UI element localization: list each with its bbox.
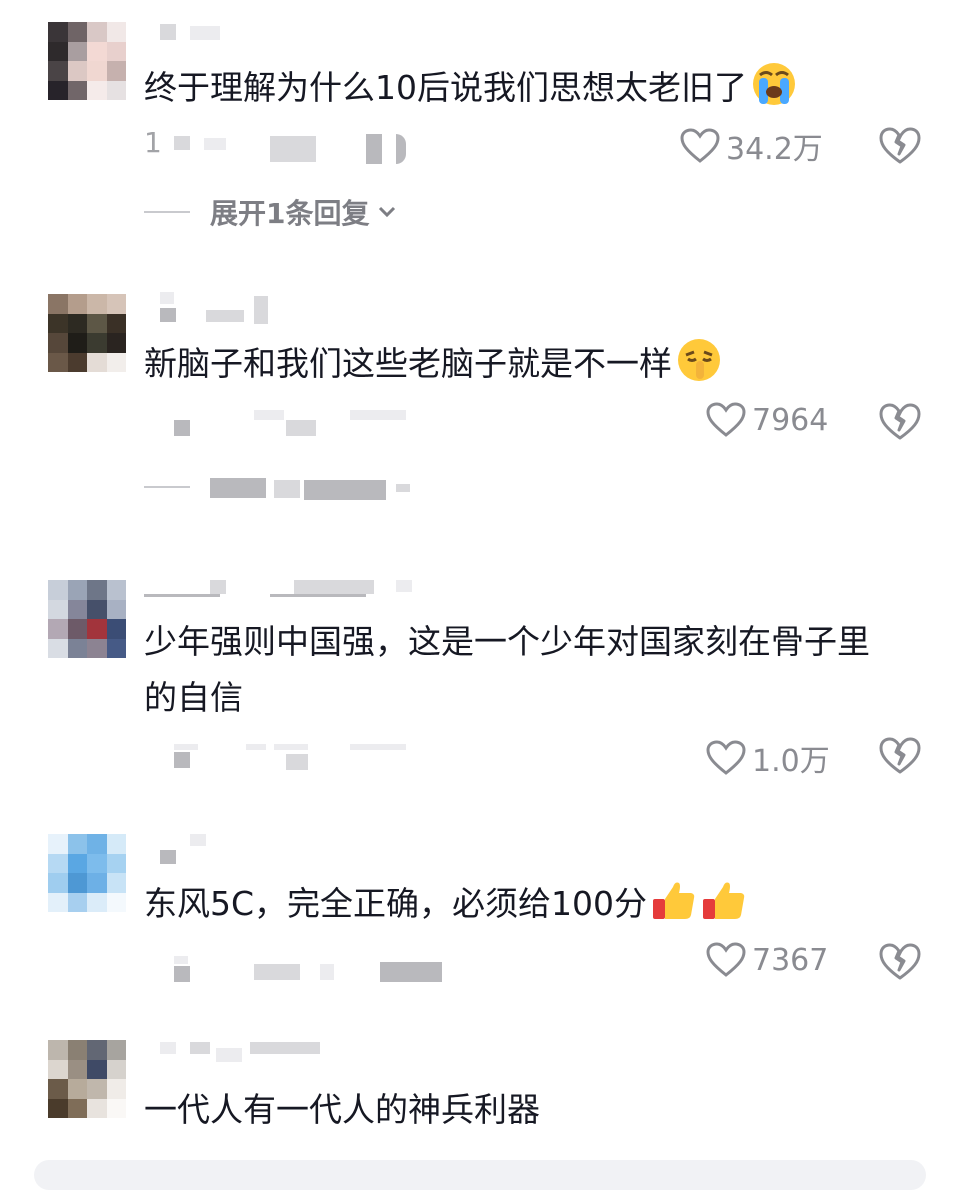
- comment-input-bar[interactable]: [34, 1160, 926, 1190]
- username[interactable]: [144, 578, 424, 604]
- heart-outline-icon: [680, 128, 720, 163]
- username[interactable]: [160, 18, 240, 44]
- comment-text-line-1: 少年强则中国强，这是一个少年对国家刻在骨子里: [144, 622, 870, 661]
- username[interactable]: [160, 1040, 340, 1066]
- like-button[interactable]: 7964: [706, 402, 828, 438]
- comment-text-body: 一代人有一代人的神兵利器: [144, 1090, 540, 1129]
- comment-text: 少年强则中国强，这是一个少年对国家刻在骨子里 的自信: [144, 614, 870, 726]
- meta-blurred: [170, 740, 430, 770]
- thumbs-up-icon: [703, 882, 745, 919]
- like-count: 1.0万: [752, 744, 830, 779]
- expand-divider: [144, 211, 190, 213]
- meta-prefix: 1: [144, 126, 162, 159]
- avatar[interactable]: [48, 294, 126, 372]
- avatar[interactable]: [48, 1040, 126, 1118]
- comment-text: 东风5C，完全正确，必须给100分: [144, 876, 747, 932]
- avatar[interactable]: [48, 580, 126, 658]
- meta-blurred: [170, 132, 420, 164]
- thumbs-up-icon: [653, 882, 695, 919]
- avatar[interactable]: [48, 834, 126, 912]
- heart-outline-icon: [706, 942, 746, 977]
- like-button[interactable]: 7367: [706, 942, 828, 978]
- comment-text-body: 东风5C，完全正确，必须给100分: [144, 884, 648, 923]
- broken-heart-icon[interactable]: [878, 126, 922, 166]
- like-button[interactable]: 34.2万: [680, 124, 823, 168]
- like-button[interactable]: 1.0万: [706, 736, 830, 780]
- shushing-face-icon: [678, 339, 720, 381]
- username[interactable]: [160, 832, 220, 864]
- like-count: 7964: [752, 402, 829, 438]
- username[interactable]: [160, 290, 280, 324]
- heart-outline-icon: [706, 740, 746, 775]
- expand-label: 展开1条回复: [210, 197, 370, 230]
- heart-outline-icon: [706, 402, 746, 437]
- expand-replies-blurred[interactable]: [144, 474, 424, 500]
- like-count: 7367: [752, 942, 829, 978]
- broken-heart-icon[interactable]: [878, 942, 922, 982]
- like-count: 34.2万: [726, 132, 823, 167]
- broken-heart-icon[interactable]: [878, 402, 922, 442]
- avatar[interactable]: [48, 22, 126, 100]
- comment-text: 终于理解为什么10后说我们思想太老旧了: [144, 60, 797, 116]
- meta-blurred: [170, 406, 430, 436]
- broken-heart-icon[interactable]: [878, 736, 922, 776]
- chevron-down-icon: [379, 206, 396, 218]
- comment-meta: 1: [144, 126, 162, 159]
- comment-text: 新脑子和我们这些老脑子就是不一样: [144, 336, 722, 392]
- loudly-crying-face-icon: [753, 63, 795, 105]
- meta-blurred: [170, 954, 450, 982]
- expand-replies[interactable]: 展开1条回复: [144, 192, 397, 232]
- comment-text: 一代人有一代人的神兵利器: [144, 1082, 540, 1138]
- comment-text-body: 终于理解为什么10后说我们思想太老旧了: [144, 68, 747, 107]
- comment-text-body: 新脑子和我们这些老脑子就是不一样: [144, 344, 672, 383]
- comment-text-line-2: 的自信: [144, 678, 243, 717]
